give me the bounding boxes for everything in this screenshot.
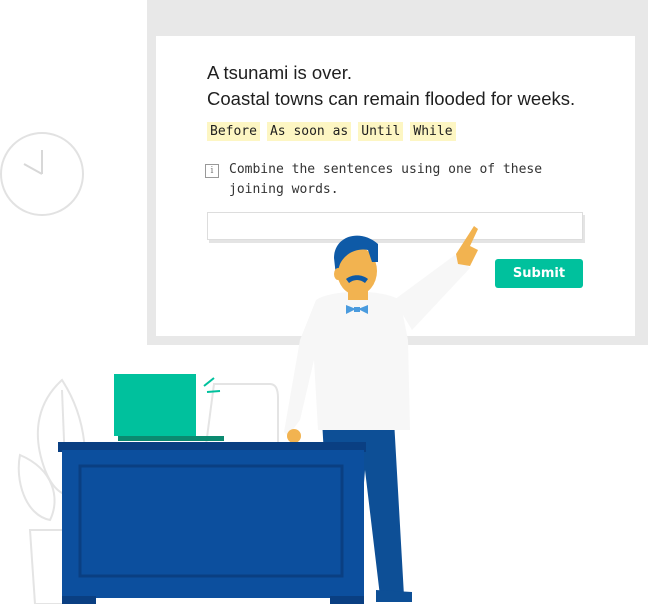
teacher-illustration xyxy=(17,226,478,604)
chair-icon xyxy=(204,383,279,446)
desk-icon xyxy=(58,442,366,604)
